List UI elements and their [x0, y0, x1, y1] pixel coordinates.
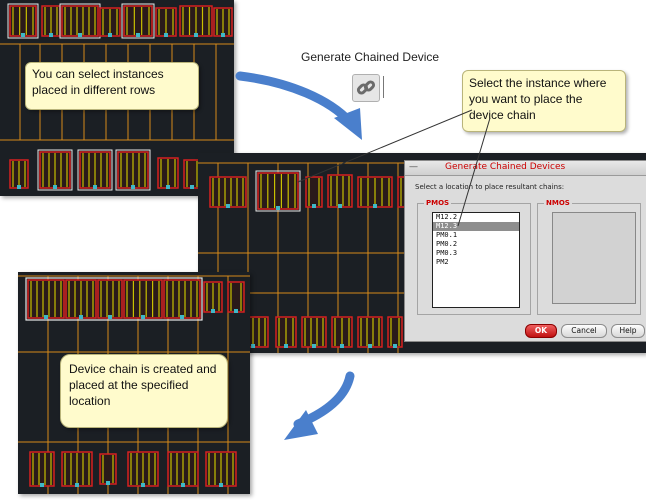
contact-pin [373, 204, 377, 208]
contact-pin [194, 33, 198, 37]
nmos-listbox[interactable] [552, 212, 636, 304]
transistor-device [123, 5, 153, 37]
arrow-to-middle-layout [235, 71, 355, 127]
help-button[interactable]: Help [611, 324, 645, 338]
contact-pin [312, 344, 316, 348]
contact-pin [141, 315, 145, 319]
contact-pin [78, 33, 82, 37]
pmos-list-item[interactable]: PM0.2 [433, 240, 519, 249]
arrow-head-bottom [284, 410, 318, 440]
nmos-group: NMOS [537, 199, 641, 315]
pmos-list-item[interactable]: PM0.1 [433, 231, 519, 240]
contact-pin [131, 185, 135, 189]
nmos-group-label: NMOS [544, 199, 572, 207]
callout-select-instance: Select the instance where you want to pl… [462, 70, 626, 132]
transistor-device [61, 5, 99, 37]
arrow-to-bottom-layout [293, 371, 355, 429]
dialog-titlebar[interactable]: — Generate Chained Devices [405, 161, 646, 176]
contact-pin [368, 344, 372, 348]
contact-pin [17, 185, 21, 189]
contact-pin [226, 204, 230, 208]
contact-pin [79, 315, 83, 319]
contact-pin [251, 344, 255, 348]
transistor-device [123, 279, 163, 319]
contact-pin [180, 315, 184, 319]
generate-chained-device-label: Generate Chained Device [301, 50, 440, 64]
contact-pin [221, 33, 225, 37]
pmos-listbox[interactable]: M12.2 M12.3 PM0.1 PM0.2 PM0.3 PM2 [432, 212, 520, 308]
callout-chain-created: Device chain is created and placed at th… [60, 354, 228, 428]
contact-pin [234, 309, 238, 313]
contact-pin [219, 483, 223, 487]
contact-pin [166, 185, 170, 189]
transistor-device [209, 176, 247, 208]
contact-pin [93, 185, 97, 189]
dialog-instruction: Select a location to place resultant cha… [415, 183, 565, 191]
transistor-device [387, 316, 403, 348]
pmos-list-item[interactable]: M12.3 [433, 222, 519, 231]
window-menu-icon[interactable]: — [409, 162, 418, 172]
pmos-group: PMOS M12.2 M12.3 PM0.1 PM0.2 PM0.3 PM2 [417, 199, 531, 315]
contact-pin [21, 33, 25, 37]
contact-pin [276, 206, 280, 210]
generate-chained-devices-dialog[interactable]: — Generate Chained Devices Select a loca… [404, 160, 646, 342]
transistor-device [257, 172, 299, 210]
contact-pin [190, 185, 194, 189]
contact-pin [181, 483, 185, 487]
contact-pin [136, 33, 140, 37]
transistor-device [305, 176, 323, 208]
contact-pin [164, 33, 168, 37]
callout-select-rows: You can select instances placed in diffe… [25, 62, 199, 110]
contact-pin [340, 344, 344, 348]
contact-pin [108, 315, 112, 319]
pmos-list-item[interactable]: PM0.3 [433, 249, 519, 258]
contact-pin [75, 483, 79, 487]
chain-link-icon [352, 74, 380, 102]
dialog-title: Generate Chained Devices [445, 162, 566, 172]
contact-pin [106, 481, 110, 485]
contact-pin [141, 483, 145, 487]
contact-pin [393, 344, 397, 348]
contact-pin [49, 33, 53, 37]
callout-select-instance-text: Select the instance where you want to pl… [469, 76, 607, 122]
contact-pin [108, 33, 112, 37]
transistor-device [301, 316, 327, 348]
callout-select-rows-text: You can select instances placed in diffe… [32, 67, 164, 97]
contact-pin [338, 204, 342, 208]
contact-pin [284, 344, 288, 348]
pmos-list-item[interactable]: PM2 [433, 258, 519, 267]
generate-chained-device-button[interactable] [352, 74, 388, 102]
callout-chain-created-text: Device chain is created and placed at th… [69, 362, 217, 408]
contact-pin [211, 309, 215, 313]
transistor-device [27, 279, 65, 319]
cancel-button[interactable]: Cancel [561, 324, 607, 338]
pmos-group-label: PMOS [424, 199, 452, 207]
arrow-head-middle [334, 108, 362, 140]
contact-pin [53, 185, 57, 189]
contact-pin [44, 315, 48, 319]
contact-pin [312, 204, 316, 208]
toolbar-divider [383, 76, 384, 98]
transistor-device [163, 279, 201, 319]
transistor-device [9, 5, 37, 37]
contact-pin [40, 483, 44, 487]
ok-button[interactable]: OK [525, 324, 557, 338]
pmos-list-item[interactable]: M12.2 [433, 213, 519, 222]
